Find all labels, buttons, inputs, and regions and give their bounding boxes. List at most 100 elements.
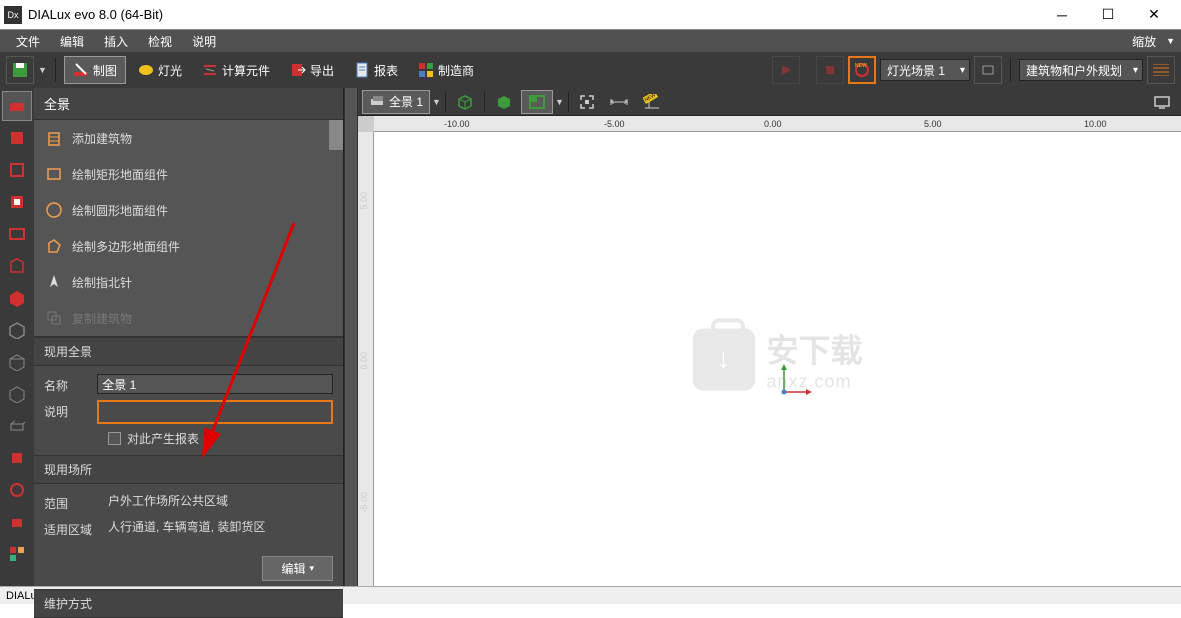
item-draw-compass[interactable]: 绘制指北针 bbox=[34, 264, 343, 300]
menu-zoom[interactable]: 缩放 bbox=[1122, 33, 1166, 50]
side-panel: 全景 添加建筑物 绘制矩形地面组件 绘制圆形地面组件 绘制多边形地面组件 绘制指… bbox=[34, 88, 344, 586]
grid-icon bbox=[418, 62, 434, 78]
view-measure-button[interactable] bbox=[603, 90, 635, 114]
rect-icon bbox=[44, 164, 64, 184]
view-new-button[interactable]: NEW bbox=[637, 90, 669, 114]
rail-btn-11[interactable] bbox=[2, 411, 32, 441]
scene-button[interactable]: 全景 1 bbox=[362, 90, 430, 114]
menu-file[interactable]: 文件 bbox=[6, 33, 50, 50]
compass-icon bbox=[44, 272, 64, 292]
viewport: 全景 1 ▼ ▼ NEW -10.00 -5.00 0.00 5.00 10.0 bbox=[358, 88, 1181, 586]
section-body-2: 范围 户外工作场所公共区域 适用区域 人行通道, 车辆弯道, 装卸货区 bbox=[34, 484, 343, 552]
minimize-button[interactable]: ─ bbox=[1039, 0, 1085, 30]
section-active-site: 现用场所 bbox=[34, 455, 343, 484]
scene-dropdown[interactable]: 灯光场景 1 bbox=[880, 59, 970, 81]
rail-btn-13[interactable] bbox=[2, 475, 32, 505]
chevron-down-icon[interactable]: ▼ bbox=[555, 97, 564, 107]
panel-collapse-strip[interactable] bbox=[344, 88, 358, 586]
menu-insert[interactable]: 插入 bbox=[94, 33, 138, 50]
item-draw-rect[interactable]: 绘制矩形地面组件 bbox=[34, 156, 343, 192]
rail-btn-9[interactable] bbox=[2, 347, 32, 377]
view-fit-button[interactable] bbox=[573, 90, 601, 114]
ruler-vertical: 5.00 0.00 -5.00 bbox=[358, 132, 374, 586]
scrollbar-thumb[interactable] bbox=[329, 120, 343, 150]
calc-icon bbox=[202, 62, 218, 78]
item-add-building[interactable]: 添加建筑物 bbox=[34, 120, 343, 156]
rail-btn-10[interactable] bbox=[2, 379, 32, 409]
view-button[interactable] bbox=[974, 56, 1002, 84]
rail-btn-14[interactable] bbox=[2, 507, 32, 537]
label-scope: 范围 bbox=[44, 492, 100, 512]
section-active-panorama: 现用全景 bbox=[34, 337, 343, 366]
titlebar: Dx DIALux evo 8.0 (64-Bit) ─ ☐ ✕ bbox=[0, 0, 1181, 30]
value-area: 人行通道, 车辆弯道, 装卸货区 bbox=[108, 518, 333, 535]
pencil-ruler-icon bbox=[73, 62, 89, 78]
section-body-1: 名称 说明 对此产生报表 bbox=[34, 366, 343, 455]
menu-view[interactable]: 检视 bbox=[138, 33, 182, 50]
menu-help[interactable]: 说明 bbox=[182, 33, 226, 50]
window-title: DIALux evo 8.0 (64-Bit) bbox=[28, 7, 1039, 22]
rail-btn-4[interactable] bbox=[2, 187, 32, 217]
chevron-down-icon[interactable]: ▼ bbox=[38, 65, 47, 75]
chevron-down-icon: ▾ bbox=[309, 563, 314, 574]
item-draw-polygon[interactable]: 绘制多边形地面组件 bbox=[34, 228, 343, 264]
rail-btn-7[interactable] bbox=[2, 283, 32, 313]
rail-btn-12[interactable] bbox=[2, 443, 32, 473]
rail-btn-5[interactable] bbox=[2, 219, 32, 249]
menu-edit[interactable]: 编辑 bbox=[50, 33, 94, 50]
tab-report[interactable]: 报表 bbox=[346, 56, 406, 84]
grid-toggle-button[interactable] bbox=[1147, 56, 1175, 84]
menubar: 文件 编辑 插入 检视 说明 缩放 ▼ bbox=[0, 30, 1181, 52]
plan-dropdown[interactable]: 建筑物和户外规划 bbox=[1019, 59, 1143, 81]
origin-axes-icon bbox=[774, 362, 814, 402]
tab-manufacturer[interactable]: 制造商 bbox=[410, 56, 482, 84]
input-description[interactable] bbox=[97, 400, 333, 424]
ruler-corner bbox=[358, 116, 374, 132]
save-button[interactable] bbox=[6, 56, 34, 84]
label-name: 名称 bbox=[44, 374, 89, 394]
tab-export[interactable]: 导出 bbox=[282, 56, 342, 84]
monitor-button[interactable] bbox=[1147, 90, 1177, 114]
checkbox-report[interactable]: 对此产生报表 bbox=[108, 430, 333, 447]
item-copy-building: 复制建筑物 bbox=[34, 300, 343, 336]
play-button[interactable] bbox=[772, 56, 800, 84]
tab-construction[interactable]: 制图 bbox=[64, 56, 126, 84]
tab-light[interactable]: 灯光 bbox=[130, 56, 190, 84]
label-description: 说明 bbox=[44, 400, 89, 420]
maximize-button[interactable]: ☐ bbox=[1085, 0, 1131, 30]
circle-icon bbox=[44, 200, 64, 220]
main-area: 全景 添加建筑物 绘制矩形地面组件 绘制圆形地面组件 绘制多边形地面组件 绘制指… bbox=[0, 88, 1181, 586]
value-scope: 户外工作场所公共区域 bbox=[108, 492, 333, 509]
copy-icon bbox=[44, 308, 64, 328]
rail-btn-8[interactable] bbox=[2, 315, 32, 345]
lamp-icon bbox=[138, 62, 154, 78]
stop-button[interactable] bbox=[816, 56, 844, 84]
close-button[interactable]: ✕ bbox=[1131, 0, 1177, 30]
chevron-down-icon[interactable]: ▼ bbox=[432, 97, 441, 107]
item-draw-circle[interactable]: 绘制圆形地面组件 bbox=[34, 192, 343, 228]
app-logo: Dx bbox=[4, 6, 22, 24]
panel-title: 全景 bbox=[34, 88, 343, 120]
tab-calculation[interactable]: 计算元件 bbox=[194, 56, 278, 84]
export-icon bbox=[290, 62, 306, 78]
document-icon bbox=[354, 62, 370, 78]
edit-button[interactable]: 编辑▾ bbox=[262, 556, 333, 581]
canvas[interactable]: 安下载 anxz.com bbox=[374, 132, 1181, 586]
rail-btn-15[interactable] bbox=[2, 539, 32, 569]
view-plan-button[interactable] bbox=[521, 90, 553, 114]
rail-btn-6[interactable] bbox=[2, 251, 32, 281]
rail-btn-2[interactable] bbox=[2, 123, 32, 153]
download-icon bbox=[692, 328, 754, 390]
left-rail bbox=[0, 88, 34, 586]
rail-btn-3[interactable] bbox=[2, 155, 32, 185]
view-solid-button[interactable] bbox=[489, 90, 519, 114]
view-3d-button[interactable] bbox=[450, 90, 480, 114]
rail-btn-1[interactable] bbox=[2, 91, 32, 121]
viewport-toolbar: 全景 1 ▼ ▼ NEW bbox=[358, 88, 1181, 116]
input-name[interactable] bbox=[97, 374, 333, 394]
svg-text:NEW: NEW bbox=[644, 94, 657, 103]
label-area: 适用区域 bbox=[44, 518, 100, 538]
new-gear-button[interactable]: NEW bbox=[848, 56, 876, 84]
ruler-horizontal: -10.00 -5.00 0.00 5.00 10.00 bbox=[374, 116, 1181, 132]
checkbox-icon bbox=[108, 432, 121, 445]
